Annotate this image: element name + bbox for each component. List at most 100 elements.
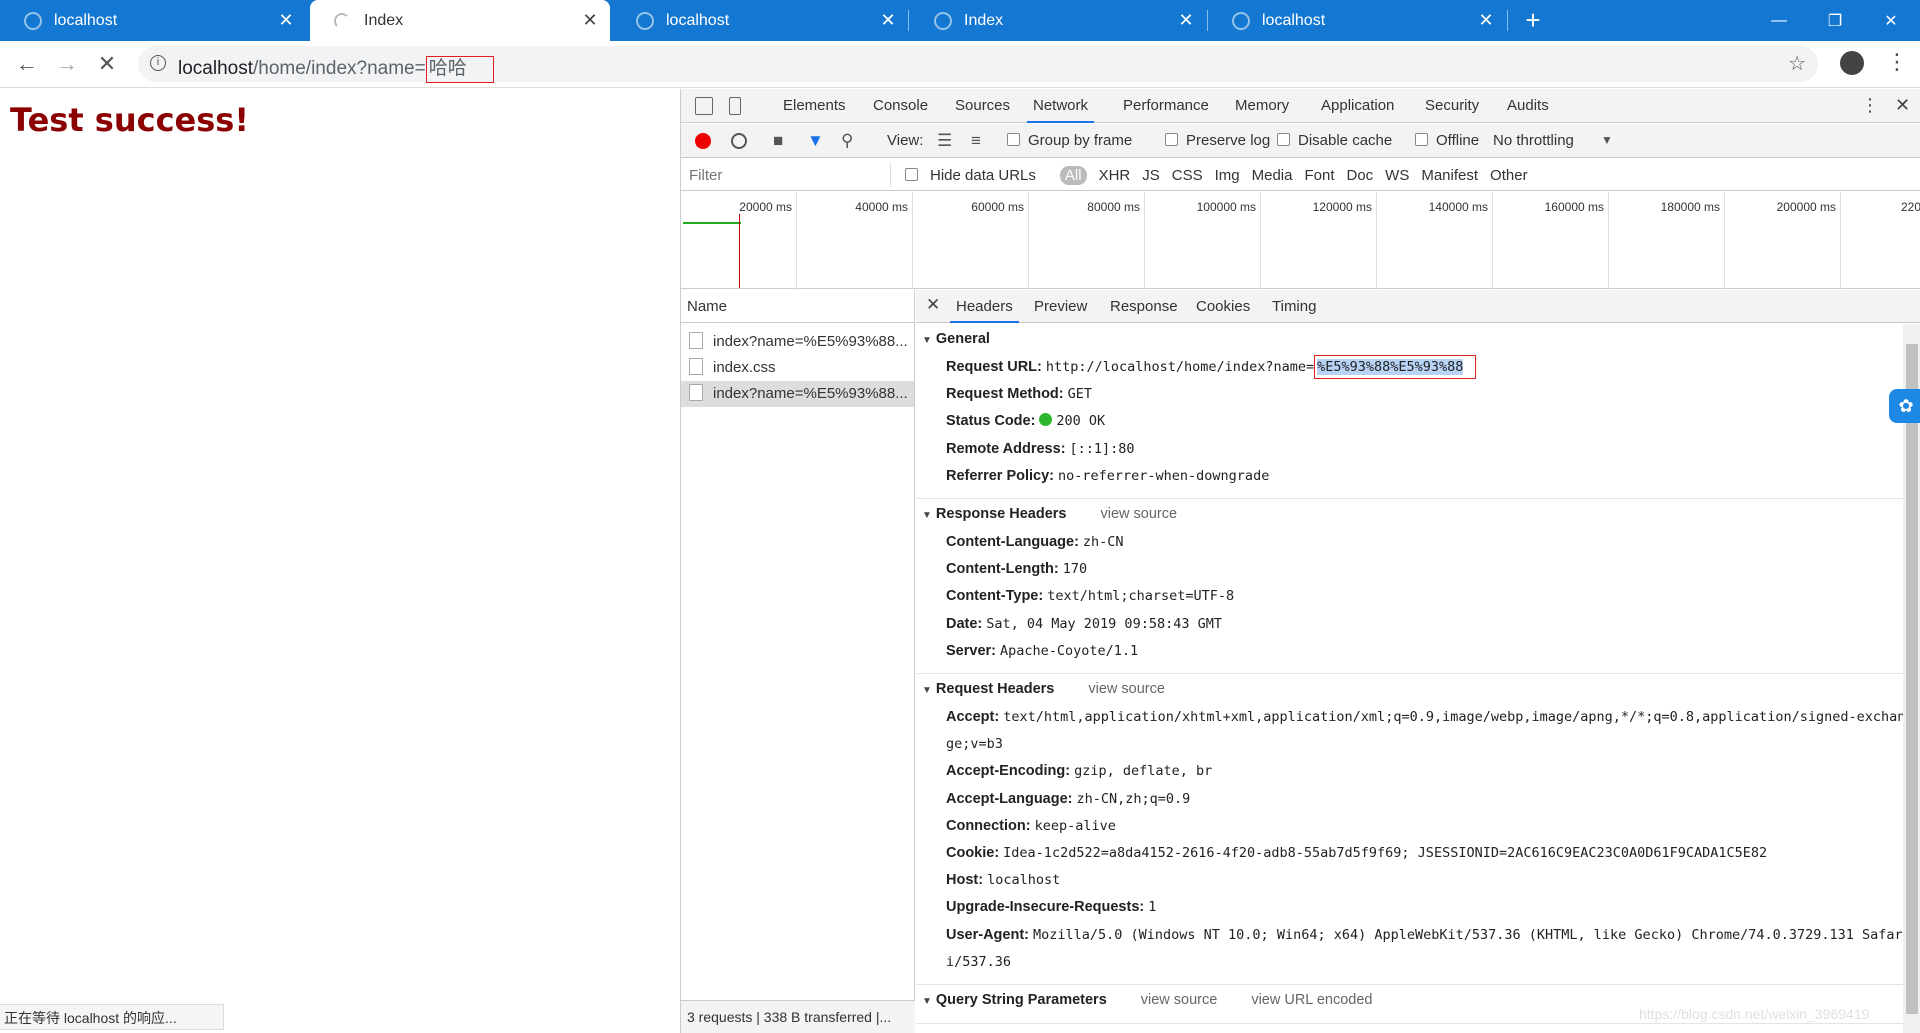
header-value: zh-CN,zh;q=0.9 (1076, 790, 1191, 807)
browser-menu-icon[interactable]: ⋮ (1886, 49, 1908, 75)
filter-doc[interactable]: Doc (1346, 167, 1373, 184)
tab-audits[interactable]: Audits (1507, 89, 1549, 123)
back-button[interactable]: ← (12, 49, 42, 79)
close-tab-icon[interactable]: ✕ (274, 10, 298, 31)
capture-screenshots-icon[interactable]: ■ (773, 131, 783, 151)
view-source-link[interactable]: view source (1141, 992, 1218, 1008)
header-key: Content-Length: (946, 561, 1059, 578)
view-url-encoded-link[interactable]: view URL encoded (1251, 992, 1372, 1008)
timeline-label: 120000 ms (1312, 200, 1372, 214)
throttling-select[interactable]: No throttling (1493, 132, 1574, 149)
tab-performance[interactable]: Performance (1123, 89, 1209, 123)
offline-label: Offline (1436, 132, 1480, 149)
filter-ws[interactable]: WS (1385, 167, 1409, 184)
tab-localhost-3[interactable]: localhost ✕ (1208, 0, 1506, 41)
request-headers-title[interactable]: ▼ Request Headers view source (916, 674, 1906, 704)
new-tab-button[interactable]: + (1516, 0, 1550, 41)
clear-icon[interactable] (731, 133, 747, 149)
tab-timing[interactable]: Timing (1272, 290, 1316, 323)
tab-index-2[interactable]: Index ✕ (910, 0, 1206, 41)
search-icon[interactable]: ⚲ (841, 131, 853, 151)
url-host: localhost (178, 58, 253, 79)
group-by-frame-checkbox[interactable]: Group by frame (1007, 132, 1132, 149)
tab-cookies[interactable]: Cookies (1196, 290, 1250, 323)
profile-avatar-icon[interactable] (1840, 51, 1864, 75)
close-tab-icon[interactable]: ✕ (578, 10, 602, 31)
filter-img[interactable]: Img (1215, 167, 1240, 184)
inspect-element-icon[interactable] (695, 97, 713, 115)
preserve-log-checkbox[interactable]: Preserve log (1165, 132, 1270, 149)
minimize-button[interactable]: — (1750, 0, 1808, 41)
close-details-icon[interactable]: ✕ (926, 295, 940, 315)
devtools-close-icon[interactable]: ✕ (1895, 95, 1910, 116)
name-column-header[interactable]: Name (681, 290, 914, 323)
filter-other[interactable]: Other (1490, 167, 1528, 184)
request-row[interactable]: index?name=%E5%93%88... (681, 329, 914, 355)
tab-title: localhost (1262, 11, 1326, 29)
response-headers-title[interactable]: ▼ Response Headers view source (916, 499, 1906, 529)
timeline-division: 120000 ms (1261, 192, 1377, 289)
filter-xhr[interactable]: XHR (1099, 167, 1131, 184)
tab-network[interactable]: Network (1027, 89, 1095, 123)
address-url[interactable]: localhost/home/index?name= 哈哈 (178, 53, 494, 83)
filter-font[interactable]: Font (1304, 167, 1334, 184)
device-toolbar-icon[interactable] (729, 97, 741, 115)
header-key: Host: (946, 872, 984, 889)
disable-cache-checkbox[interactable]: Disable cache (1277, 132, 1392, 149)
filter-js[interactable]: JS (1142, 167, 1160, 184)
tab-headers[interactable]: Headers (950, 290, 1019, 323)
tab-response[interactable]: Response (1110, 290, 1178, 323)
large-rows-icon[interactable]: ☰ (937, 131, 952, 151)
close-window-button[interactable]: ✕ (1862, 0, 1920, 41)
header-value: http://localhost/home/index?name= %E5%93%… (1046, 355, 1477, 379)
hide-data-urls-checkbox[interactable]: Hide data URLs (905, 167, 1048, 184)
network-overview[interactable]: 20000 ms 40000 ms 60000 ms 80000 ms 1000… (681, 192, 1920, 289)
close-tab-icon[interactable]: ✕ (876, 10, 900, 31)
tab-localhost-1[interactable]: localhost ✕ (0, 0, 306, 41)
forward-button[interactable]: → (52, 49, 82, 79)
stop-loading-button[interactable]: ✕ (92, 49, 122, 79)
close-tab-icon[interactable]: ✕ (1174, 10, 1198, 31)
vertical-scrollbar[interactable] (1903, 324, 1920, 1033)
view-source-link[interactable]: view source (1100, 506, 1177, 522)
scrollbar-thumb[interactable] (1906, 344, 1918, 1014)
bookmark-star-icon[interactable]: ☆ (1788, 51, 1806, 76)
general-section-title[interactable]: ▼ General (916, 324, 1906, 354)
tab-elements[interactable]: Elements (783, 89, 846, 123)
filter-manifest[interactable]: Manifest (1421, 167, 1478, 184)
address-bar[interactable]: i localhost/home/index?name= 哈哈 ☆ (138, 46, 1818, 83)
tab-console[interactable]: Console (873, 89, 928, 123)
tab-index-active[interactable]: Index ✕ (310, 0, 610, 41)
header-value: Mozilla/5.0 (Windows NT 10.0; Win64; x64… (946, 926, 1903, 970)
request-row[interactable]: index.css (681, 355, 914, 381)
devtools-menu-icon[interactable]: ⋮ (1861, 95, 1879, 116)
section-title-text: Response Headers (935, 506, 1067, 523)
tab-localhost-2[interactable]: localhost ✕ (612, 0, 908, 41)
restore-button[interactable]: ❐ (1806, 0, 1864, 41)
timeline-label: 200000 ms (1776, 200, 1836, 214)
record-icon[interactable] (695, 133, 711, 149)
info-icon[interactable]: i (150, 55, 166, 71)
request-row-selected[interactable]: index?name=%E5%93%88... (681, 381, 914, 407)
filter-all[interactable]: All (1059, 165, 1087, 185)
filter-icon[interactable]: ▼ (807, 131, 824, 151)
request-name: index.css (713, 359, 776, 376)
header-row: Accept-Encoding: gzip, deflate, br (916, 758, 1906, 785)
tab-application[interactable]: Application (1321, 89, 1394, 123)
tab-security[interactable]: Security (1425, 89, 1479, 123)
timeline-division: 140000 ms (1377, 192, 1493, 289)
tab-preview[interactable]: Preview (1034, 290, 1087, 323)
header-key: Content-Type: (946, 588, 1044, 605)
filter-css[interactable]: CSS (1172, 167, 1203, 184)
checkbox-icon (905, 167, 918, 181)
tab-sources[interactable]: Sources (955, 89, 1010, 123)
extension-float-icon[interactable]: ✿ (1889, 389, 1920, 423)
chevron-down-icon[interactable]: ▼ (1601, 133, 1613, 147)
tab-memory[interactable]: Memory (1235, 89, 1289, 123)
view-source-link[interactable]: view source (1088, 681, 1165, 697)
offline-checkbox[interactable]: Offline (1415, 132, 1479, 149)
close-tab-icon[interactable]: ✕ (1474, 10, 1498, 31)
filter-input[interactable] (685, 163, 891, 187)
waterfall-icon[interactable]: ≡ (971, 131, 981, 151)
filter-media[interactable]: Media (1252, 167, 1293, 184)
